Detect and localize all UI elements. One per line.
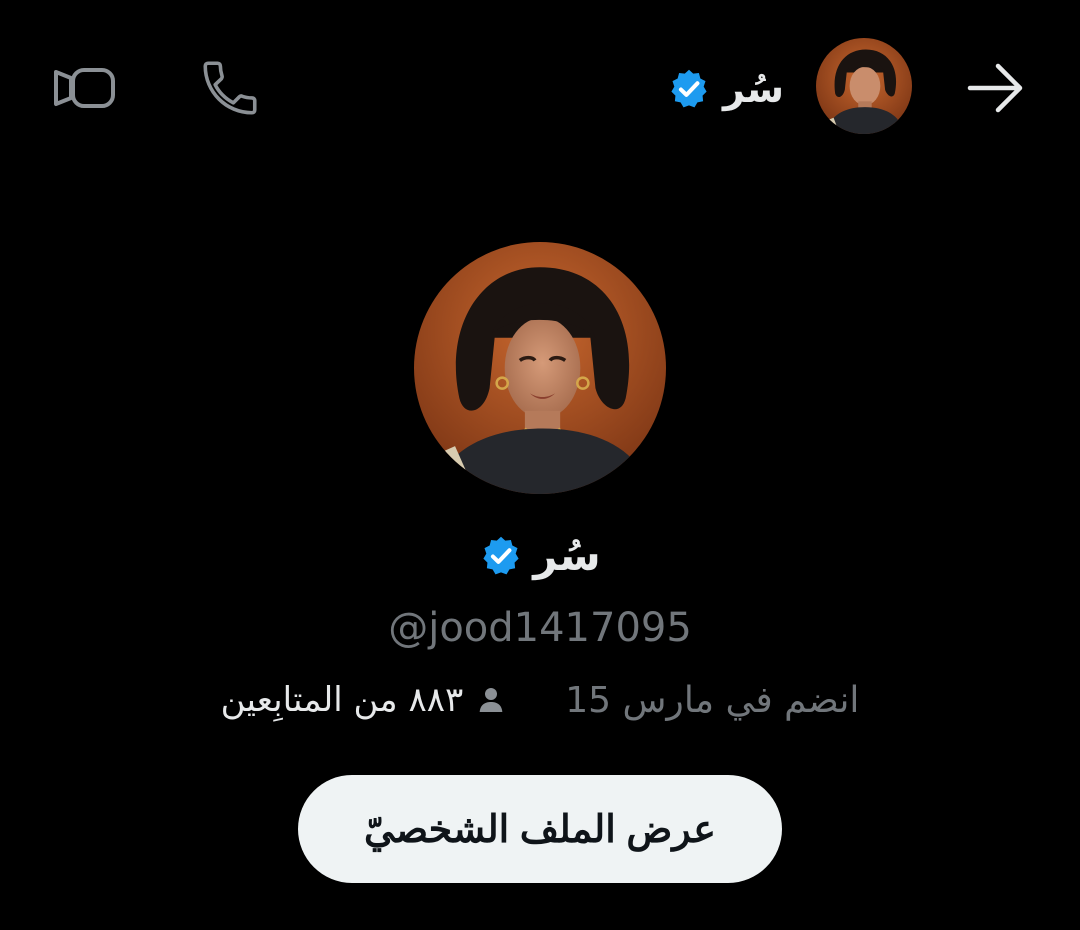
phone-icon — [203, 61, 257, 115]
header-title[interactable]: سُر — [667, 58, 784, 120]
person-icon — [479, 688, 503, 712]
voice-call-button[interactable] — [190, 48, 270, 128]
profile-meta-row: انضم في مارس 15 ٨٨٣ من المتابِعين — [0, 672, 1080, 728]
video-call-button[interactable] — [44, 56, 124, 120]
avatar-image — [414, 242, 666, 494]
header-name: سُر — [722, 67, 784, 111]
followers-info: ٨٨٣ من المتابِعين — [221, 680, 508, 720]
avatar-image — [816, 38, 912, 134]
video-camera-icon — [54, 68, 115, 108]
view-profile-button[interactable]: عرض الملف الشخصيّ — [298, 775, 782, 883]
profile-avatar[interactable] — [414, 242, 666, 494]
display-name: سُر — [533, 531, 601, 580]
view-profile-label: عرض الملف الشخصيّ — [364, 808, 716, 851]
verified-badge-icon — [671, 69, 707, 108]
header-avatar[interactable] — [816, 38, 912, 134]
arrow-right-icon — [967, 63, 1023, 113]
verified-badge-icon — [483, 536, 519, 575]
joined-date: انضم في مارس 15 — [565, 679, 860, 721]
display-name-row: سُر — [0, 528, 1080, 584]
conversation-header: سُر — [0, 0, 1080, 180]
back-button[interactable] — [956, 50, 1036, 126]
user-handle: @jood1417095 — [388, 605, 692, 651]
followers-count: ٨٨٣ من المتابِعين — [220, 680, 464, 720]
